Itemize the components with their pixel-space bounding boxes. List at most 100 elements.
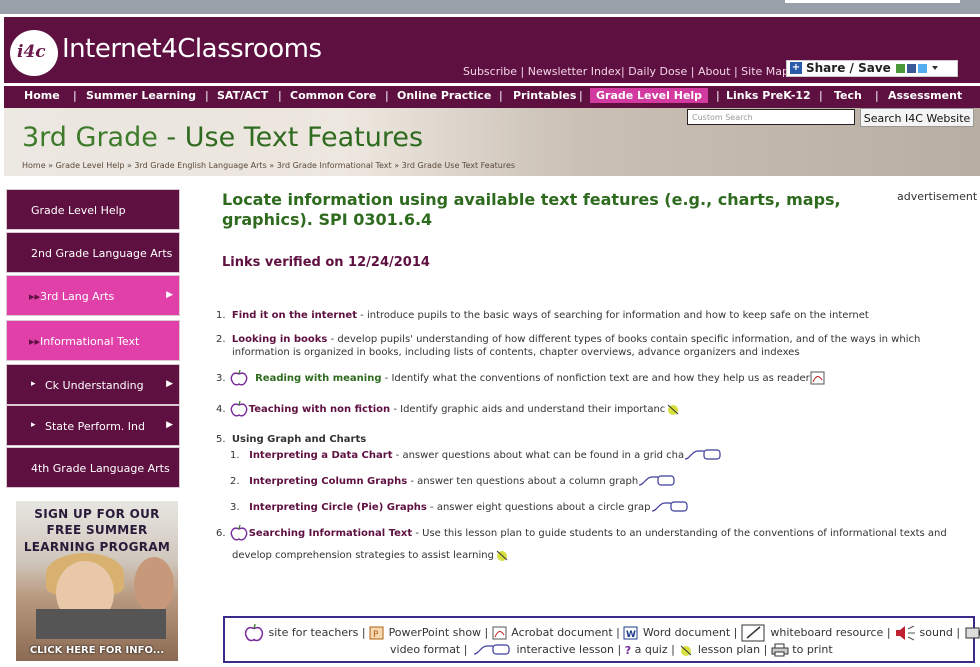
list-item: 2. Looking in books - develop pupils' un… xyxy=(216,334,921,345)
sidebar-item-label: 4th Grade Language Arts xyxy=(31,462,170,475)
top-strip-bar xyxy=(785,0,960,3)
video-icon xyxy=(965,627,980,639)
chevron-right-icon: ▶ xyxy=(166,290,173,300)
sidebar-item-ck-understanding[interactable]: ▸ Ck Understanding ▶ xyxy=(6,364,180,405)
nav-sep: | xyxy=(875,89,879,102)
site-name: Internet4Classrooms xyxy=(62,34,322,64)
nav-sep: | xyxy=(73,89,77,102)
nav-sat-act[interactable]: SAT/ACT xyxy=(217,89,268,102)
breadcrumb[interactable]: Home » Grade Level Help » 3rd Grade Engl… xyxy=(22,161,515,170)
link-interpreting-circle-pie-graphs[interactable]: Interpreting Circle (Pie) Graphs xyxy=(249,502,427,513)
sidebar-item-2nd-grade[interactable]: 2nd Grade Language Arts xyxy=(6,232,180,273)
sidebar-item-label: Grade Level Help xyxy=(31,204,126,217)
list-item: 1. Find it on the internet - introduce p… xyxy=(216,310,869,321)
logo-mark: i4c xyxy=(17,42,46,62)
main-nav: Home | Summer Learning | SAT/ACT | Commo… xyxy=(4,85,980,108)
list-item-continued: information is organized in books, inclu… xyxy=(232,347,800,358)
chevron-right-icon: ▶ xyxy=(166,379,173,389)
top-link-subscribe[interactable]: Subscribe xyxy=(463,65,517,78)
arrow-right-icon: ▸ xyxy=(31,379,36,389)
promo-line-1: SIGN UP FOR OUR xyxy=(34,507,160,521)
page-banner: 3rd Grade - Use Text Features Home » Gra… xyxy=(4,108,980,176)
sidebar-item-grade-level-help[interactable]: Grade Level Help xyxy=(6,189,180,230)
sidebar-item-label: ▸▸Informational Text xyxy=(29,335,140,348)
search-button[interactable]: Search I4C Website xyxy=(860,108,974,127)
double-arrow-icon: ▸▸ xyxy=(29,335,41,348)
word-document-icon: W xyxy=(623,626,638,640)
top-link-site-map[interactable]: Site Map xyxy=(741,65,789,78)
advertisement-label: advertisement xyxy=(897,190,978,203)
link-find-it-on-the-internet[interactable]: Find it on the internet xyxy=(232,310,357,321)
link-reading-with-meaning[interactable]: Reading with meaning xyxy=(255,373,381,384)
share-label: Share / Save xyxy=(806,61,891,75)
sidebar-item-label: 2nd Grade Language Arts xyxy=(31,247,173,260)
top-link-newsletter-index[interactable]: Newsletter Index xyxy=(528,65,621,78)
apple-icon xyxy=(230,400,248,417)
site-header: i4c Internet4Classrooms Subscribe | News… xyxy=(4,17,980,83)
apple-icon xyxy=(230,369,248,386)
nav-printables[interactable]: Printables xyxy=(513,89,576,102)
nav-assessment[interactable]: Assessment xyxy=(888,89,962,102)
site-logo[interactable]: i4c Internet4Classrooms xyxy=(10,28,322,78)
acrobat-document-icon xyxy=(492,626,507,640)
nav-online-practice[interactable]: Online Practice xyxy=(397,89,491,102)
section-using-graph-and-charts: Using Graph and Charts xyxy=(231,434,367,445)
nav-sep: | xyxy=(205,89,209,102)
nav-common-core[interactable]: Common Core xyxy=(290,89,376,102)
links-verified: Links verified on 12/24/2014 xyxy=(222,255,430,270)
link-teaching-with-non-fiction[interactable]: Teaching with non fiction xyxy=(249,404,390,415)
interactive-lesson-icon xyxy=(651,501,688,512)
resource-legend: site for teachers | P PowerPoint show | … xyxy=(223,616,980,663)
content-heading: Locate information using available text … xyxy=(222,190,841,229)
custom-search-input[interactable]: Custom Search xyxy=(687,109,855,125)
link-looking-in-books[interactable]: Looking in books xyxy=(232,334,327,345)
nav-tech[interactable]: Tech xyxy=(834,89,862,102)
sidebar-item-3rd-lang-arts[interactable]: ▸▸3rd Lang Arts ▶ xyxy=(6,275,180,316)
promo-photo-laptop xyxy=(36,609,166,639)
nav-sep: | xyxy=(385,89,389,102)
facebook-icon xyxy=(906,64,916,73)
nav-grade-level-help[interactable]: Grade Level Help xyxy=(590,88,709,103)
sidebar-item-label: State Perform. Ind xyxy=(45,420,145,433)
top-link-daily-dose[interactable]: Daily Dose xyxy=(628,65,687,78)
nav-sep: | xyxy=(278,89,282,102)
email-share-icon xyxy=(895,64,905,73)
apple-icon xyxy=(244,624,264,642)
nav-sep: | xyxy=(819,89,823,102)
lesson-plan-icon xyxy=(496,550,508,561)
link-interpreting-a-data-chart[interactable]: Interpreting a Data Chart xyxy=(249,450,392,461)
nav-summer-learning[interactable]: Summer Learning xyxy=(86,89,196,102)
arrow-right-icon: ▸ xyxy=(31,420,36,430)
top-links: Subscribe | Newsletter Index| Daily Dose… xyxy=(463,65,790,78)
list-item: 4. Teaching with non fiction - Identify … xyxy=(216,400,681,418)
promo-line-3: LEARNING PROGRAM xyxy=(23,540,171,554)
share-save-button[interactable]: + Share / Save xyxy=(786,60,958,77)
list-item: 5. Using Graph and Charts xyxy=(216,434,367,445)
page-title-topic: - Use Text Features xyxy=(157,122,424,153)
top-link-about[interactable]: About xyxy=(698,65,731,78)
summer-learning-promo[interactable]: SIGN UP FOR OUR FREE SUMMER LEARNING PRO… xyxy=(16,501,178,661)
nav-links-prek-12[interactable]: Links PreK-12 xyxy=(726,89,811,102)
sidebar-item-4th-grade[interactable]: 4th Grade Language Arts xyxy=(6,447,180,488)
page-frame: i4c Internet4Classrooms Subscribe | News… xyxy=(4,14,980,667)
list-item-continued: develop comprehension strategies to assi… xyxy=(232,548,510,562)
legend-row-1: site for teachers | P PowerPoint show | … xyxy=(243,623,980,643)
share-plus-icon: + xyxy=(790,62,802,74)
link-searching-informational-text[interactable]: Searching Informational Text xyxy=(249,528,412,539)
lesson-plan-icon xyxy=(681,645,692,656)
promo-photo-child xyxy=(134,557,174,613)
link-interpreting-column-graphs[interactable]: Interpreting Column Graphs xyxy=(249,476,407,487)
double-arrow-icon: ▸▸ xyxy=(29,290,41,303)
acrobat-document-icon xyxy=(810,371,825,385)
interactive-lesson-icon xyxy=(639,475,675,486)
promo-line-2: FREE SUMMER xyxy=(46,523,148,537)
nav-home[interactable]: Home xyxy=(24,89,60,102)
list-item: 6. Searching Informational Text - Use th… xyxy=(216,524,947,542)
printer-icon xyxy=(771,643,789,657)
sidebar-item-state-perform[interactable]: ▸ State Perform. Ind ▶ xyxy=(6,405,180,446)
logo-badge-icon: i4c xyxy=(10,30,58,76)
nav-sep: | xyxy=(579,89,583,102)
sidebar-item-informational-text[interactable]: ▸▸Informational Text xyxy=(6,320,180,361)
interactive-lesson-icon xyxy=(685,449,721,460)
list-item: 3. Interpreting Circle (Pie) Graphs - an… xyxy=(230,501,689,513)
